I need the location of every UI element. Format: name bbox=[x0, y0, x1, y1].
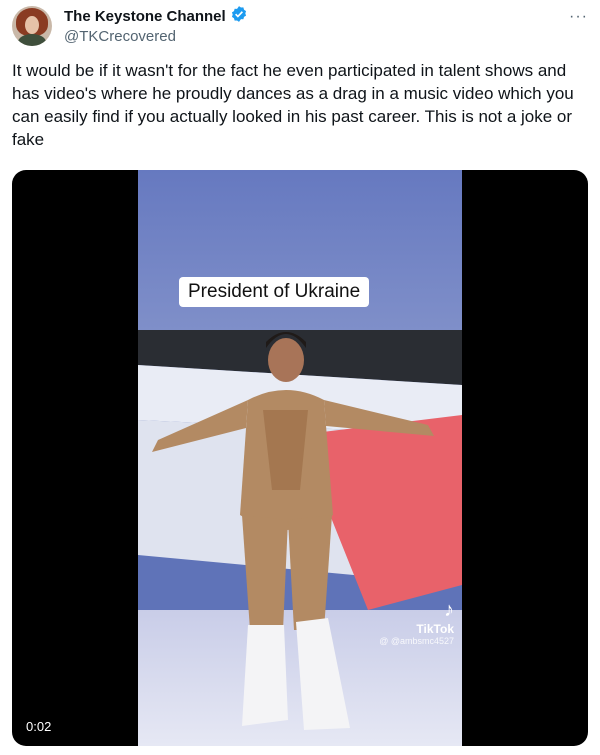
tiktok-watermark: ♪ TikTok @ @ambsmc4527 bbox=[379, 599, 454, 646]
tweet-header: The Keystone Channel @TKCrecovered ··· bbox=[12, 5, 588, 50]
more-options-icon[interactable]: ··· bbox=[569, 8, 588, 26]
author-info: The Keystone Channel @TKCrecovered bbox=[64, 5, 248, 45]
tiktok-watermark-handle: @ @ambsmc4527 bbox=[379, 636, 454, 646]
avatar[interactable] bbox=[12, 6, 52, 46]
author-display-name[interactable]: The Keystone Channel bbox=[64, 8, 226, 25]
video-timestamp: 0:02 bbox=[20, 717, 58, 736]
tiktok-watermark-name: TikTok bbox=[416, 622, 454, 636]
video-player[interactable]: President of Ukraine ♪ TikTok @ @ambsmc4… bbox=[12, 170, 588, 746]
performer-figure bbox=[152, 332, 434, 730]
author-handle[interactable]: @TKCrecovered bbox=[64, 28, 248, 45]
video-caption: President of Ukraine bbox=[179, 277, 370, 307]
tiktok-icon: ♪ bbox=[444, 599, 454, 621]
tweet-text: It would be if it wasn't for the fact he… bbox=[12, 61, 574, 149]
verified-badge-icon bbox=[230, 5, 248, 28]
video-frame[interactable]: President of Ukraine ♪ TikTok @ @ambsmc4… bbox=[138, 170, 462, 746]
